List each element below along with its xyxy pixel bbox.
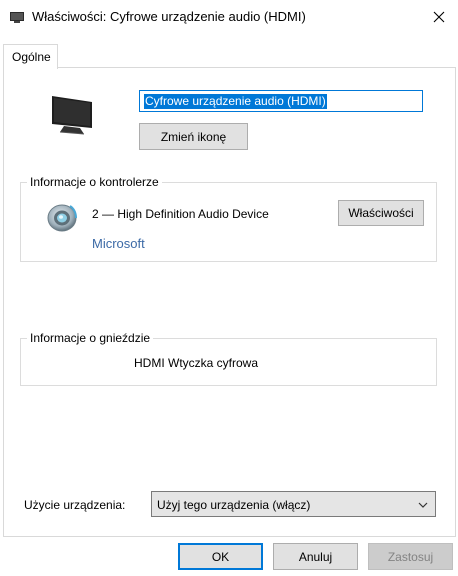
tab-general-label: Ogólne xyxy=(12,50,51,64)
close-button[interactable] xyxy=(422,2,456,32)
controller-device-name: 2 — High Definition Audio Device xyxy=(92,207,269,221)
tab-general[interactable]: Ogólne xyxy=(3,44,58,69)
apply-button[interactable]: Zastosuj xyxy=(368,543,453,570)
change-icon-button[interactable]: Zmień ikonę xyxy=(139,123,248,150)
jack-info-legend: Informacje o gnieździe xyxy=(27,331,154,345)
jack-info-value: HDMI Wtyczka cyfrowa xyxy=(134,356,259,370)
device-name-input[interactable]: Cyfrowe urządzenie audio (HDMI) xyxy=(139,90,423,112)
speaker-icon xyxy=(47,204,77,232)
close-icon xyxy=(433,11,445,23)
chevron-down-icon xyxy=(418,502,428,508)
controller-vendor: Microsoft xyxy=(92,236,145,251)
controller-properties-button[interactable]: Właściwości xyxy=(338,200,424,226)
title-bar: Właściwości: Cyfrowe urządzenie audio (H… xyxy=(0,0,458,34)
controller-info-legend: Informacje o kontrolerze xyxy=(27,175,162,189)
cancel-button[interactable]: Anuluj xyxy=(273,543,358,570)
ok-button[interactable]: OK xyxy=(178,543,263,570)
speaker-window-icon xyxy=(10,12,24,23)
device-name-value: Cyfrowe urządzenie audio (HDMI) xyxy=(144,94,327,109)
window-title: Właściwości: Cyfrowe urządzenie audio (H… xyxy=(32,9,306,24)
device-usage-label: Użycie urządzenia: xyxy=(24,498,126,512)
monitor-icon xyxy=(52,96,92,135)
device-usage-select[interactable]: Użyj tego urządzenia (włącz) xyxy=(151,491,436,517)
device-usage-value: Użyj tego urządzenia (włącz) xyxy=(157,498,311,512)
